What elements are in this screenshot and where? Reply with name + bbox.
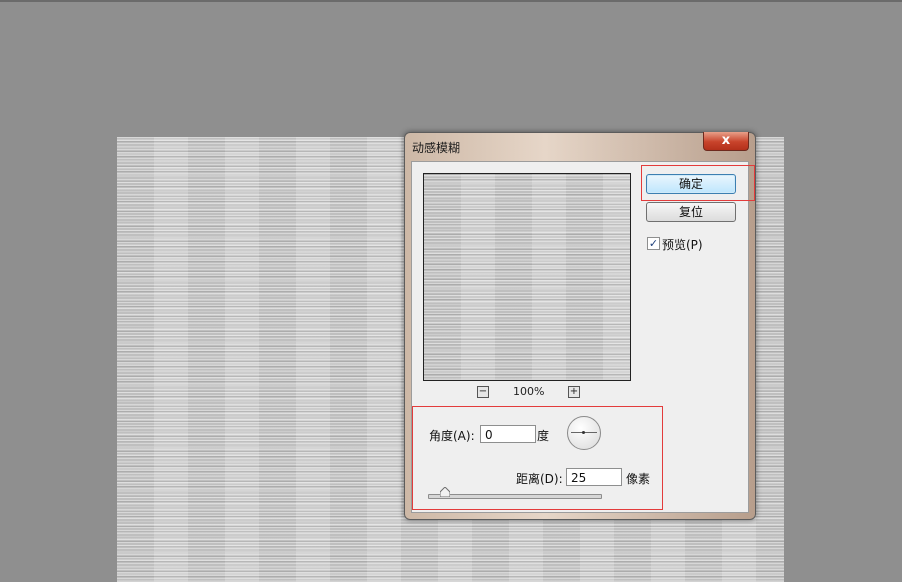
distance-unit: 像素 [626, 472, 651, 486]
dialog-title: 动感模糊 [412, 141, 461, 155]
zoom-controls: − 100% + [423, 385, 629, 399]
angle-dial-icon[interactable] [567, 416, 601, 450]
dialog-body: − 100% + 确定 复位 ✓ 预览(P) 角度(A): 0 度 距离(D):… [411, 161, 755, 513]
slider-thumb-icon[interactable] [440, 487, 450, 497]
angle-dial-center [582, 431, 585, 434]
zoom-in-button[interactable]: + [568, 386, 580, 398]
zoom-in-icon: + [569, 386, 579, 397]
zoom-out-button[interactable]: − [477, 386, 489, 398]
distance-input[interactable]: 25 [566, 468, 622, 486]
checkmark-icon: ✓ [648, 237, 659, 250]
ok-button[interactable]: 确定 [646, 174, 736, 194]
close-icon: x [721, 133, 731, 148]
angle-input[interactable]: 0 [480, 425, 536, 443]
zoom-out-icon: − [478, 386, 488, 397]
close-button[interactable]: x [703, 132, 749, 151]
angle-unit: 度 [537, 429, 550, 443]
preview-area[interactable] [423, 173, 631, 381]
angle-label: 角度(A): [429, 429, 475, 443]
reset-button[interactable]: 复位 [646, 202, 736, 222]
motion-blur-dialog: 动感模糊 x − 100% + 确定 复位 ✓ 预览(P) 角度(A): 0 度 [404, 132, 756, 520]
top-border [0, 0, 902, 2]
preview-checkbox-label: 预览(P) [662, 238, 703, 252]
preview-checkbox[interactable]: ✓ [647, 237, 660, 250]
distance-label: 距离(D): [516, 472, 563, 486]
zoom-level: 100% [513, 385, 545, 398]
distance-slider[interactable] [428, 494, 602, 499]
